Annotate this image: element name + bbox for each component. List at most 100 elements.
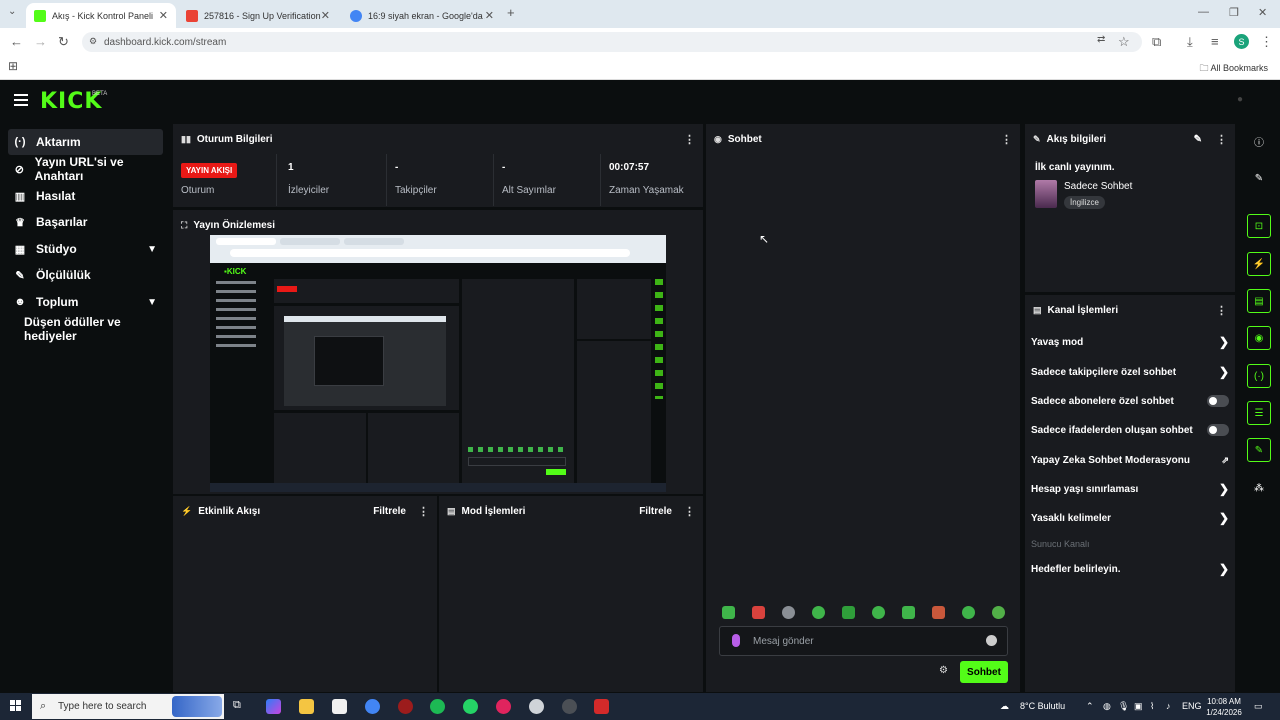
weather-text[interactable]: 8°C Bulutlu: [1020, 701, 1065, 711]
close-tab-icon[interactable]: ✕: [321, 9, 330, 22]
chat-send-button[interactable]: Sohbet: [960, 661, 1008, 683]
edit-icon[interactable]: ✎: [1247, 166, 1271, 190]
profile-avatar[interactable]: S: [1234, 34, 1249, 49]
mod-filter-button[interactable]: Filtrele: [639, 506, 672, 517]
tab-gmail[interactable]: 257816 - Sign Up Verification C ✕: [178, 3, 338, 28]
close-window-icon[interactable]: ✕: [1258, 6, 1267, 19]
sidebar-item-stream[interactable]: (·) Aktarım: [8, 129, 163, 155]
file-explorer-icon[interactable]: [299, 699, 314, 714]
chrome-icon[interactable]: [365, 699, 380, 714]
tab-search-icon[interactable]: ⌄: [8, 6, 16, 17]
extensions-icon[interactable]: ⧉: [1152, 34, 1161, 50]
windows-start-icon[interactable]: [10, 700, 22, 712]
reload-icon[interactable]: ↻: [58, 34, 69, 50]
minimize-icon[interactable]: —: [1198, 6, 1209, 18]
mod-more-icon[interactable]: ⋮: [684, 505, 695, 518]
set-goals-row[interactable]: Hedefler belirleyin. ❯: [1031, 561, 1229, 577]
translate-icon[interactable]: ⇄: [1097, 34, 1105, 45]
chat-settings-gear-icon[interactable]: ⚙: [939, 665, 948, 676]
emotes-only-toggle[interactable]: [1207, 424, 1229, 436]
taskbar-search-box[interactable]: ⌕ Type here to search: [32, 694, 224, 719]
emote-icon[interactable]: [932, 606, 945, 619]
info-icon[interactable]: ⓘ: [1247, 129, 1271, 153]
taskbar-clock[interactable]: 10:08 AM 1/24/2026: [1200, 696, 1248, 718]
sidebar-item-community[interactable]: ☻ Toplum ▼: [8, 289, 163, 315]
sidebar-item-drops[interactable]: Düşen ödüller ve hediyeler: [8, 315, 163, 343]
sidebar-item-stream-url-key[interactable]: ⊘ Yayın URL'si ve Anahtarı: [8, 155, 163, 183]
close-tab-icon[interactable]: ✕: [159, 9, 168, 22]
restore-icon[interactable]: ❐: [1229, 6, 1239, 19]
all-bookmarks-link[interactable]: 🗀 All Bookmarks: [1199, 61, 1268, 77]
app-icon[interactable]: [496, 699, 511, 714]
spotify-icon[interactable]: [430, 699, 445, 714]
reading-list-icon[interactable]: ≡: [1211, 34, 1219, 49]
tray-app-icon[interactable]: ▣: [1134, 701, 1143, 712]
broadcast-icon[interactable]: (·): [1247, 364, 1271, 388]
bookmark-star-icon[interactable]: ☆: [1118, 34, 1130, 50]
bolt-icon[interactable]: ⚡: [1247, 252, 1271, 276]
ai-moderation-row[interactable]: Yapay Zeka Sohbet Moderasyonu ⇗: [1031, 452, 1229, 468]
browser-menu-icon[interactable]: ⋮: [1260, 34, 1273, 50]
weather-icon[interactable]: ☁: [1000, 701, 1009, 712]
emote-icon[interactable]: [902, 606, 915, 619]
sidebar-item-achievements[interactable]: ♛ Başarılar: [8, 209, 163, 235]
microphone-icon[interactable]: [732, 634, 740, 647]
wrench-icon[interactable]: ✎: [1247, 438, 1271, 462]
task-view-icon[interactable]: ⧉: [233, 699, 248, 714]
emote-icon[interactable]: [872, 606, 885, 619]
chat-more-icon[interactable]: ⋮: [1001, 133, 1012, 146]
emote-icon[interactable]: [812, 606, 825, 619]
activity-filter-button[interactable]: Filtrele: [373, 506, 406, 517]
sidebar-item-studio[interactable]: ▦ Stüdyo ▼: [8, 236, 163, 262]
emoji-picker-icon[interactable]: [986, 635, 997, 646]
language-indicator[interactable]: ENG: [1182, 701, 1202, 711]
tray-app-icon[interactable]: ◍: [1103, 701, 1111, 712]
edit-stream-info-icon[interactable]: ✎: [1194, 134, 1202, 145]
apps-grid-icon[interactable]: ⊞: [8, 59, 18, 73]
stream-info-more-icon[interactable]: ⋮: [1216, 133, 1227, 146]
calendar-app-icon[interactable]: [332, 699, 347, 714]
session-more-icon[interactable]: ⋮: [684, 133, 695, 146]
tray-expand-icon[interactable]: ⌃: [1086, 701, 1094, 712]
sidebar-item-revenue[interactable]: ▥ Hasılat: [8, 183, 163, 209]
tab-google[interactable]: 16:9 siyah ekran - Google'da Ar ✕: [342, 3, 502, 28]
emote-icon[interactable]: [722, 606, 735, 619]
opera-icon[interactable]: [398, 699, 413, 714]
screen-capture-icon[interactable]: ⊡: [1247, 214, 1271, 238]
list-icon[interactable]: ☰: [1247, 401, 1271, 425]
back-icon[interactable]: ←: [10, 34, 23, 49]
banned-words-row[interactable]: Yasaklı kelimeler ❯: [1031, 510, 1229, 526]
url-field[interactable]: ⚙ dashboard.kick.com/stream: [82, 32, 1142, 52]
subscribers-only-toggle[interactable]: [1207, 395, 1229, 407]
emote-icon[interactable]: [992, 606, 1005, 619]
community-icon[interactable]: ⁂: [1247, 476, 1271, 500]
emote-icon[interactable]: [782, 606, 795, 619]
user-avatar-icon[interactable]: ●: [1237, 94, 1243, 105]
chatgpt-icon[interactable]: [529, 699, 544, 714]
obs-icon[interactable]: [562, 699, 577, 714]
slow-mode-row[interactable]: Yavaş mod ❯: [1031, 334, 1229, 350]
chat-icon[interactable]: ◉: [1247, 326, 1271, 350]
close-tab-icon[interactable]: ✕: [485, 9, 494, 22]
whatsapp-icon[interactable]: [463, 699, 478, 714]
emote-icon[interactable]: [962, 606, 975, 619]
new-tab-icon[interactable]: +: [507, 5, 515, 20]
site-info-icon[interactable]: ⚙: [89, 36, 97, 47]
sidebar-item-moderation[interactable]: ✎ Ölçülülük: [8, 262, 163, 288]
microphone-tray-icon[interactable]: 🎙: [1118, 701, 1129, 712]
chat-message-input[interactable]: Mesaj gönder: [719, 626, 1008, 656]
activity-more-icon[interactable]: ⋮: [418, 505, 429, 518]
document-icon[interactable]: ▤: [1247, 289, 1271, 313]
downloads-icon[interactable]: ⤓: [1187, 34, 1193, 50]
forward-icon[interactable]: →: [34, 34, 47, 49]
notifications-icon[interactable]: ▭: [1254, 701, 1263, 712]
network-icon[interactable]: ⌇: [1150, 701, 1154, 712]
hamburger-menu-icon[interactable]: [14, 94, 28, 106]
tab-kick-dashboard[interactable]: Akış - Kick Kontrol Paneli ✕: [26, 3, 176, 28]
copilot-icon[interactable]: [266, 699, 281, 714]
stream-preview-video[interactable]: ▪KICK: [210, 235, 666, 492]
emote-icon[interactable]: [842, 606, 855, 619]
channel-actions-more-icon[interactable]: ⋮: [1216, 304, 1227, 317]
account-age-row[interactable]: Hesap yaşı sınırlaması ❯: [1031, 481, 1229, 497]
followers-only-row[interactable]: Sadece takipçilere özel sohbet ❯: [1031, 364, 1229, 380]
